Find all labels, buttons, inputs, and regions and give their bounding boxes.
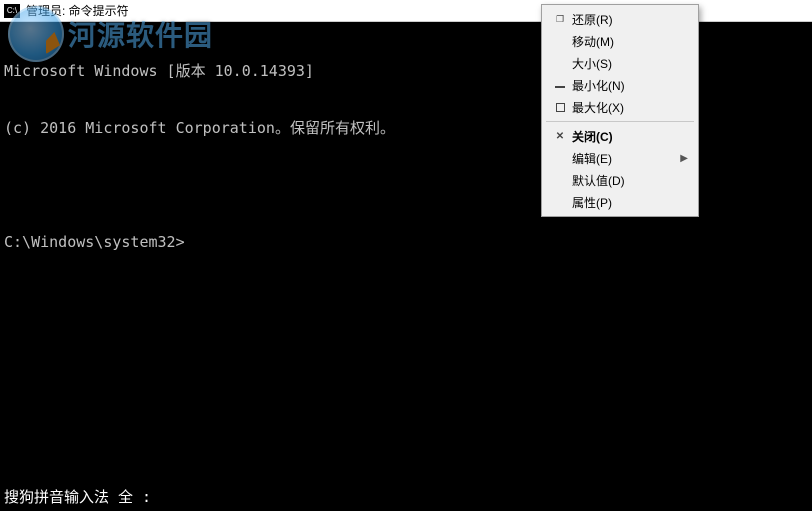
close-icon: [548, 131, 572, 142]
restore-icon: [548, 14, 572, 25]
submenu-arrow-icon: ▶: [680, 153, 688, 164]
menu-size[interactable]: 大小(S): [544, 52, 696, 74]
ime-status: 搜狗拼音输入法 全 :: [4, 488, 151, 507]
menu-defaults[interactable]: 默认值(D): [544, 169, 696, 191]
system-menu: 还原(R) 移动(M) 大小(S) 最小化(N) 最大化(X) 关闭(C) 编辑…: [541, 4, 699, 217]
minimize-icon: [548, 82, 572, 88]
console-prompt: C:\Windows\system32>: [4, 233, 808, 252]
cmd-icon: C:\: [4, 4, 20, 18]
menu-minimize[interactable]: 最小化(N): [544, 74, 696, 96]
menu-maximize[interactable]: 最大化(X): [544, 96, 696, 118]
menu-move[interactable]: 移动(M): [544, 30, 696, 52]
window-title: 管理员: 命令提示符: [26, 2, 129, 19]
ms-corp-text: Microsoft Corporation: [85, 119, 275, 137]
menu-restore[interactable]: 还原(R): [544, 8, 696, 30]
menu-separator: [546, 121, 694, 122]
menu-edit[interactable]: 编辑(E) ▶: [544, 147, 696, 169]
menu-properties[interactable]: 属性(P): [544, 191, 696, 213]
menu-close[interactable]: 关闭(C): [544, 125, 696, 147]
maximize-icon: [548, 103, 572, 112]
